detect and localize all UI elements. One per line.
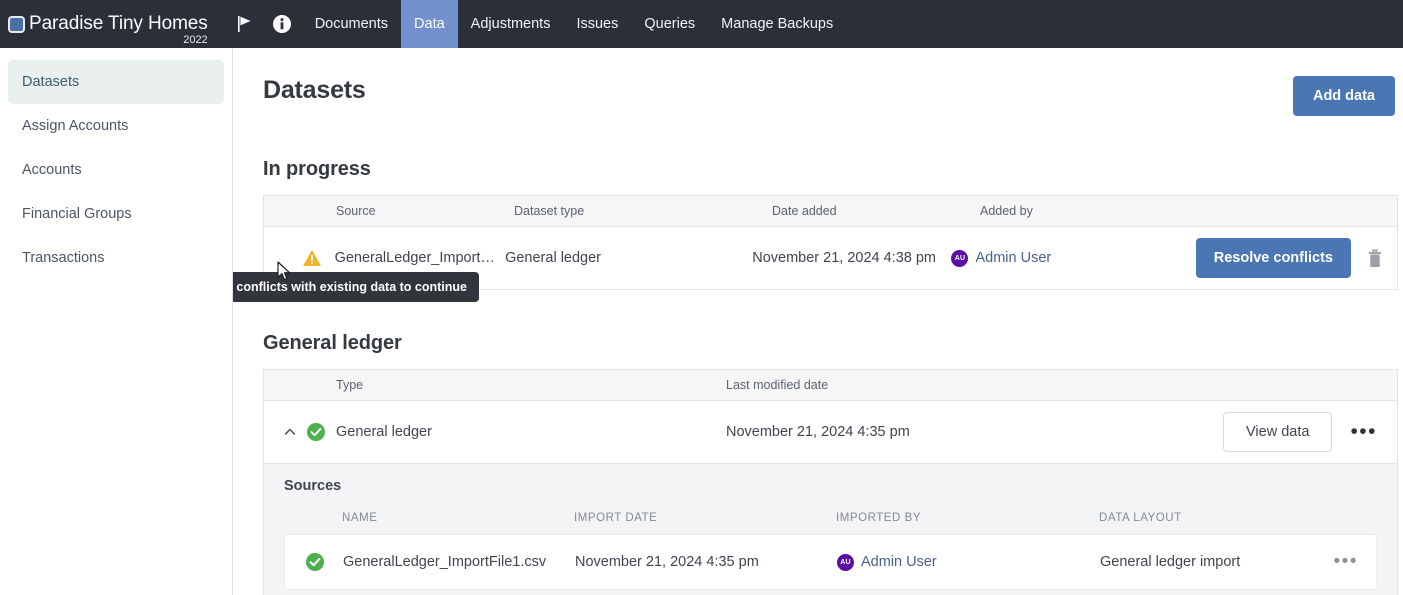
check-circle-icon — [306, 422, 326, 442]
cell-data-layout: General ledger import — [1100, 554, 1316, 570]
avatar: AU — [951, 250, 968, 267]
cell-source-name: GeneralLedger_ImportFile1.csv — [343, 554, 575, 570]
column-header-added-by: Added by — [980, 204, 1235, 218]
brand-name: Paradise Tiny Homes — [29, 13, 208, 35]
warning-triangle-icon[interactable] — [264, 249, 335, 267]
cell-type: General ledger — [336, 424, 726, 440]
list-item: GeneralLedger_ImportFile1.csv November 2… — [284, 534, 1377, 590]
column-header-date-added: Date added — [772, 204, 980, 218]
nav-items: Documents Data Adjustments Issues Querie… — [302, 0, 847, 48]
top-navigation-bar: Paradise Tiny Homes 2022 Documents Data … — [0, 0, 1403, 48]
info-icon[interactable] — [272, 14, 292, 34]
tooltip: Resolve conflicts with existing data to … — [233, 272, 479, 302]
in-progress-table-header: Source Dataset type Date added Added by — [264, 196, 1397, 227]
kebab-menu-icon[interactable]: ••• — [1334, 557, 1358, 567]
table-row: General ledger November 21, 2024 4:35 pm… — [264, 401, 1397, 463]
sources-table-header: NAME IMPORT DATE IMPORTED BY DATA LAYOUT — [284, 512, 1377, 524]
section-title-general-ledger: General ledger — [263, 332, 1403, 355]
sidebar-item-assign-accounts[interactable]: Assign Accounts — [8, 104, 224, 148]
imported-by-user-link[interactable]: Admin User — [861, 554, 937, 570]
row-actions: Resolve conflicts — [1196, 238, 1397, 278]
nav-item-data[interactable]: Data — [401, 0, 458, 48]
general-ledger-table-header: Type Last modified date — [264, 370, 1397, 401]
sidebar-item-transactions[interactable]: Transactions — [8, 236, 224, 280]
sidebar-item-datasets[interactable]: Datasets — [8, 60, 224, 104]
sources-title: Sources — [284, 478, 1377, 494]
sources-column-header-data-layout: DATA LAYOUT — [1099, 512, 1317, 524]
resolve-conflicts-button[interactable]: Resolve conflicts — [1196, 238, 1351, 278]
column-header-type: Type — [336, 378, 726, 392]
page-title: Datasets — [263, 76, 366, 105]
general-ledger-table: Type Last modified date — [263, 369, 1398, 595]
nav-icon-group — [222, 0, 302, 48]
sources-column-header-import-date: IMPORT DATE — [574, 512, 836, 524]
row-status-group — [264, 422, 336, 442]
chevron-up-icon[interactable] — [284, 426, 296, 438]
cell-imported-by: AU Admin User — [837, 554, 1100, 571]
view-data-button[interactable]: View data — [1223, 412, 1332, 452]
nav-item-adjustments[interactable]: Adjustments — [458, 0, 564, 48]
sources-column-header-name: NAME — [342, 512, 574, 524]
brand-year: 2022 — [183, 34, 207, 46]
sources-column-header-imported-by: IMPORTED BY — [836, 512, 1099, 524]
brand-logo-area[interactable]: Paradise Tiny Homes 2022 — [0, 0, 222, 48]
cell-last-modified-date: November 21, 2024 4:35 pm — [726, 424, 1146, 440]
check-circle-icon — [285, 552, 343, 572]
cell-source: GeneralLedger_Import… — [335, 250, 506, 266]
nav-item-queries[interactable]: Queries — [631, 0, 708, 48]
flag-icon[interactable] — [236, 15, 254, 33]
add-data-button[interactable]: Add data — [1293, 76, 1395, 116]
column-header-source: Source — [336, 204, 514, 218]
cell-import-date: November 21, 2024 4:35 pm — [575, 554, 837, 570]
sidebar-item-accounts[interactable]: Accounts — [8, 148, 224, 192]
column-header-last-modified-date: Last modified date — [726, 378, 1146, 392]
app-logo-icon — [8, 16, 25, 33]
section-title-in-progress: In progress — [263, 158, 1403, 181]
cell-dataset-type: General ledger — [505, 250, 752, 266]
nav-item-documents[interactable]: Documents — [302, 0, 401, 48]
cell-added-by: AU Admin User — [951, 250, 1195, 267]
source-row-actions: ••• — [1316, 557, 1376, 567]
trash-icon[interactable] — [1367, 249, 1383, 268]
column-header-dataset-type: Dataset type — [514, 204, 772, 218]
avatar: AU — [837, 554, 854, 571]
cell-date-added: November 21, 2024 4:38 pm — [752, 250, 951, 266]
sidebar-item-financial-groups[interactable]: Financial Groups — [8, 192, 224, 236]
sidebar: Datasets Assign Accounts Accounts Financ… — [0, 48, 233, 595]
main-content: Datasets Add data In progress Source Dat… — [233, 48, 1403, 595]
gl-row-actions: View data ••• — [1146, 412, 1397, 452]
added-by-user-link[interactable]: Admin User — [975, 250, 1051, 266]
page-header: Datasets Add data — [263, 76, 1403, 116]
kebab-menu-icon[interactable]: ••• — [1350, 427, 1377, 437]
nav-item-manage-backups[interactable]: Manage Backups — [708, 0, 846, 48]
nav-item-issues[interactable]: Issues — [563, 0, 631, 48]
sources-panel: Sources NAME IMPORT DATE IMPORTED BY DAT… — [264, 463, 1397, 595]
